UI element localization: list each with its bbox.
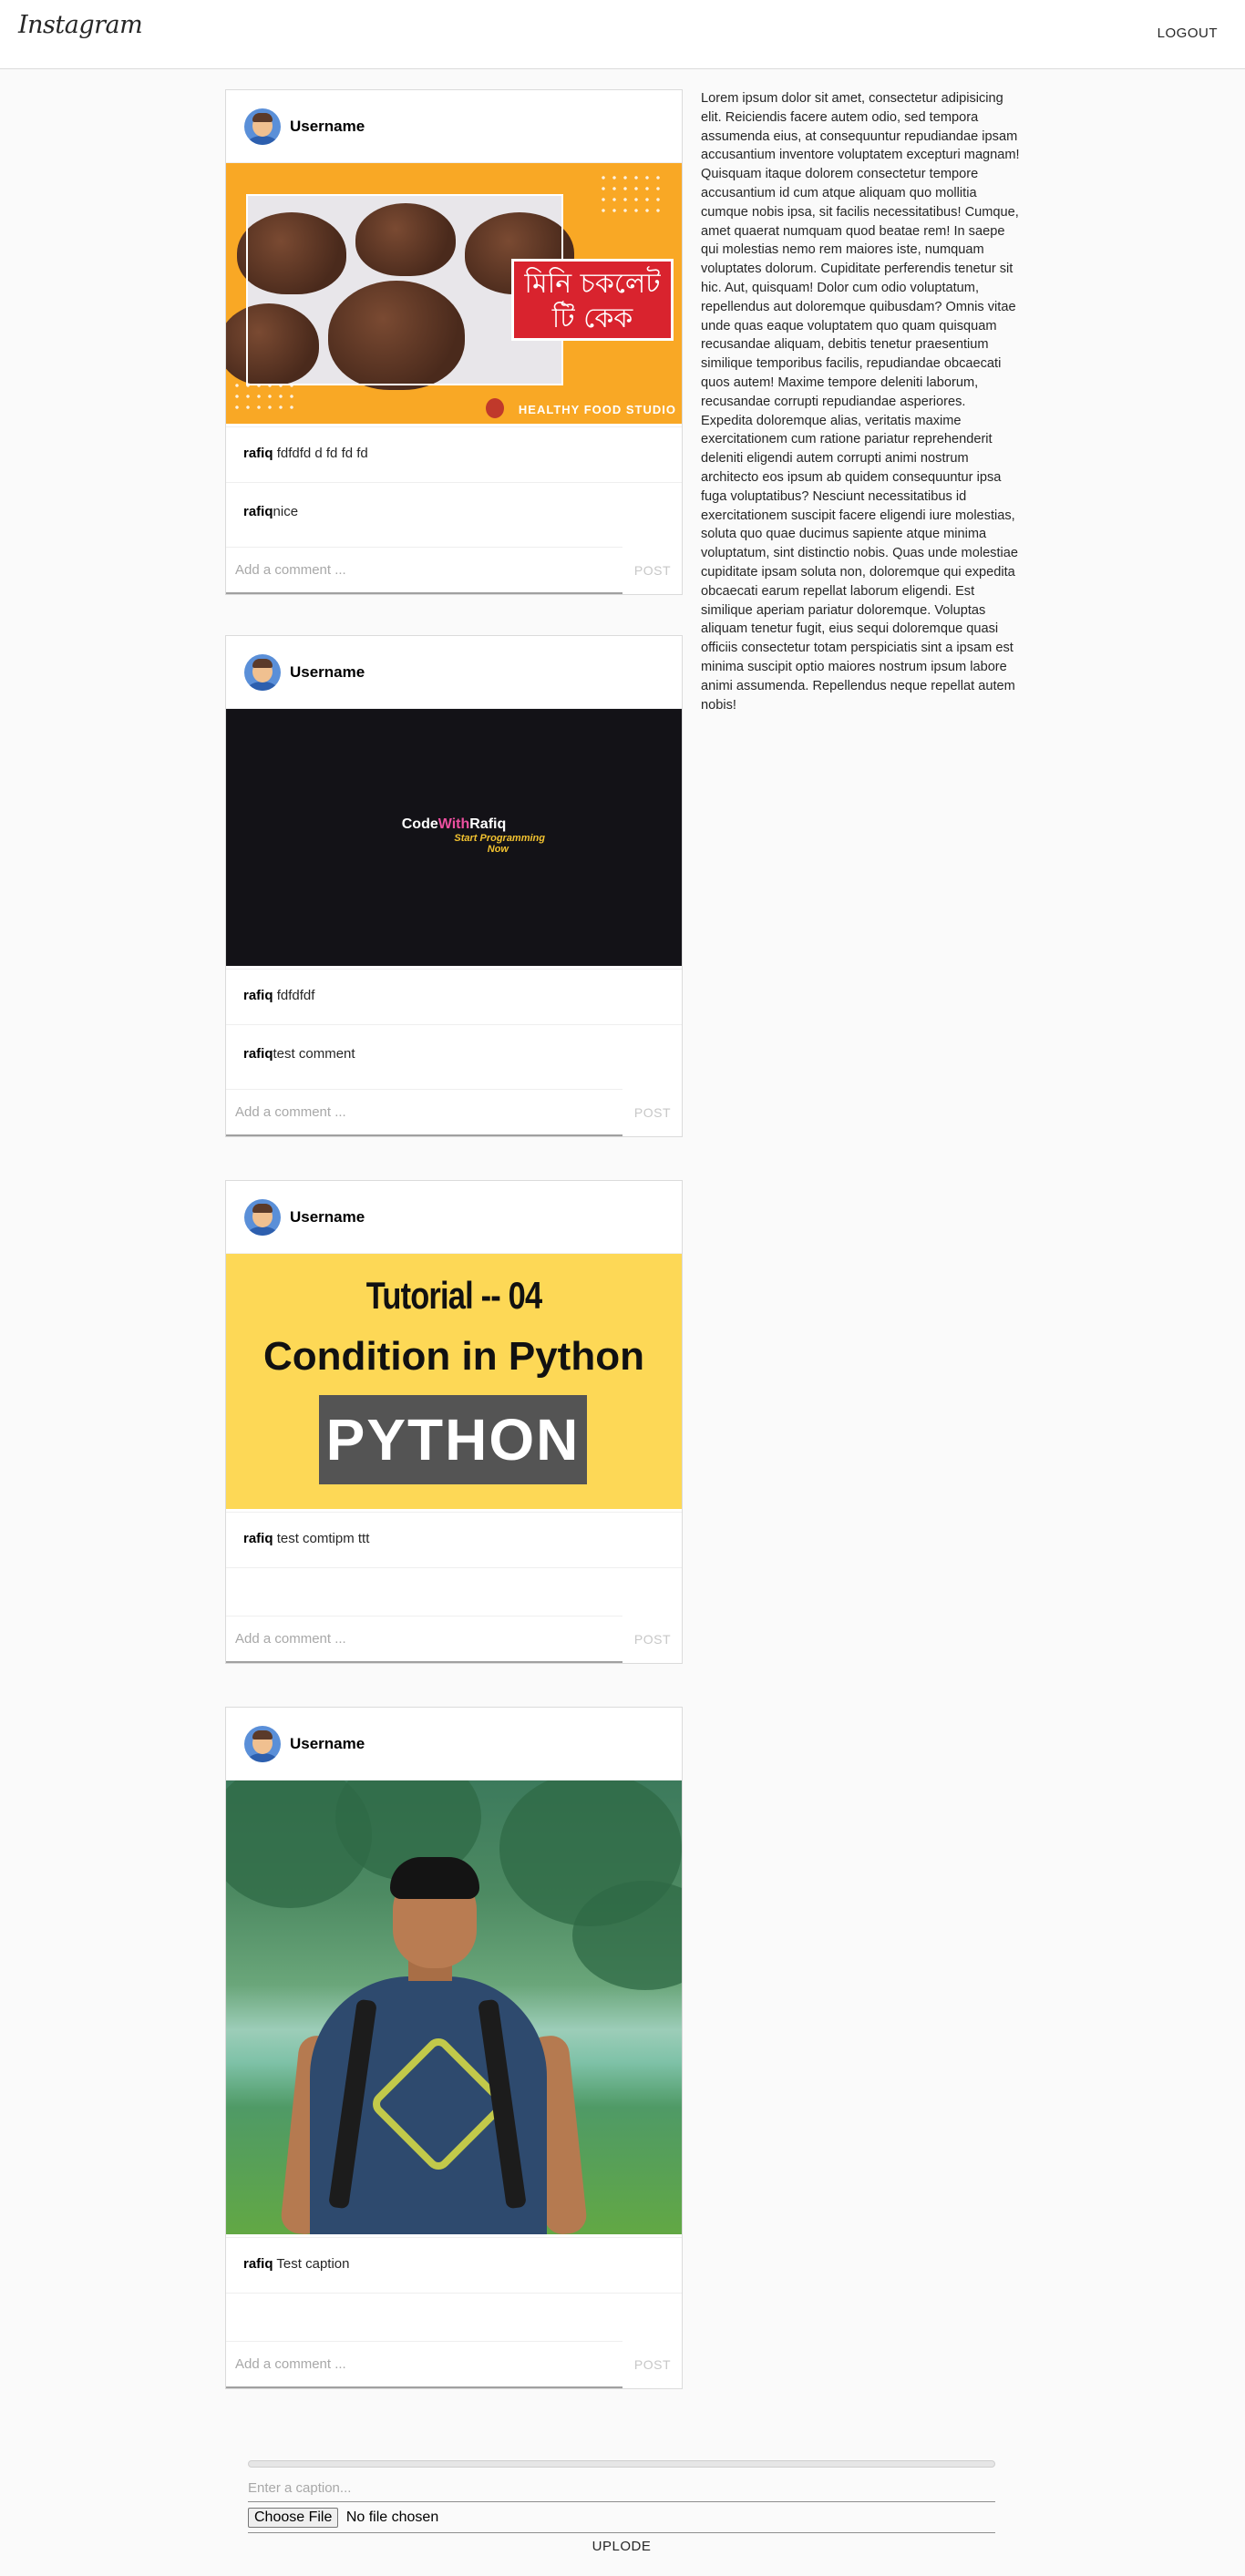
comment-input[interactable] [226, 547, 622, 594]
post-caption: rafiq Test caption [226, 2237, 682, 2294]
logout-button[interactable]: LOGOUT [1158, 26, 1218, 41]
avatar[interactable] [244, 108, 281, 145]
post-comment-button[interactable]: POST [634, 2357, 671, 2372]
post-username[interactable]: Username [290, 118, 365, 136]
caption-username[interactable]: rafiq [243, 1531, 273, 1546]
comment-form: POST [226, 1616, 682, 1663]
post-card: Username CodeWithRafiq Start Programming… [225, 635, 683, 1137]
avatar[interactable] [244, 1199, 281, 1236]
comment-item: rafiqnice [243, 504, 682, 519]
caption-text: fdfdfdf [276, 988, 315, 1003]
caption-username[interactable]: rafiq [243, 446, 273, 461]
post-card: Username rafiq Test caption POST [225, 1707, 683, 2389]
comment-form: POST [226, 547, 682, 594]
image-heading: Tutorial -- 04 [365, 1274, 542, 1317]
caption-text: Test caption [276, 2256, 350, 2272]
comment-text: test comment [273, 1046, 355, 1062]
app-header: Instagram LOGOUT [0, 0, 1245, 69]
post-comment-button[interactable]: POST [634, 563, 671, 578]
post-username[interactable]: Username [290, 1208, 365, 1226]
post-username[interactable]: Username [290, 1735, 365, 1753]
instagram-logo[interactable]: Instagram [18, 11, 143, 39]
file-status: No file chosen [345, 2509, 439, 2525]
post-card: Username Tutorial -- 04 Condition in Pyt… [225, 1180, 683, 1664]
post-header: Username [226, 90, 682, 163]
avatar[interactable] [244, 1726, 281, 1762]
post-header: Username [226, 636, 682, 709]
post-caption: rafiq fdfdfdf [226, 969, 682, 1025]
chef-icon [486, 398, 504, 418]
comment-username[interactable]: rafiq [243, 504, 273, 519]
comment-form: POST [226, 2341, 682, 2388]
comment-username[interactable]: rafiq [243, 1046, 273, 1062]
post-image: CodeWithRafiq Start Programming Now [226, 709, 682, 966]
post-image: মিনি চকলেট টি কেক HEALTHY FOOD STUDIO [226, 163, 682, 424]
comment-text: nice [273, 504, 299, 519]
file-picker-row: Choose File No file chosen [248, 2508, 995, 2533]
comments-list [226, 2294, 682, 2341]
post-comment-button[interactable]: POST [634, 1632, 671, 1647]
badge-line-2: টি কেক [551, 303, 633, 334]
post-caption: rafiq fdfdfd d fd fd fd [226, 426, 682, 483]
caption-input[interactable] [248, 2475, 995, 2502]
image-title: CodeWithRafiq [401, 816, 507, 832]
comments-list: rafiqtest comment [226, 1025, 682, 1089]
comment-input[interactable] [226, 2341, 622, 2388]
comments-list [226, 1568, 682, 1616]
upload-button[interactable]: UPLODE [248, 2539, 995, 2554]
upload-progress [248, 2460, 995, 2468]
image-label-box: PYTHON [319, 1395, 587, 1484]
caption-username[interactable]: rafiq [243, 988, 273, 1003]
post-header: Username [226, 1181, 682, 1254]
post-image: Tutorial -- 04 Condition in Python PYTHO… [226, 1254, 682, 1509]
post-caption: rafiq test comtipm ttt [226, 1512, 682, 1568]
comment-form: POST [226, 1089, 682, 1136]
avatar[interactable] [244, 654, 281, 691]
image-subheading: Condition in Python [263, 1334, 644, 1379]
brand-label: HEALTHY FOOD STUDIO [518, 403, 676, 416]
caption-text: fdfdfd d fd fd fd [276, 446, 368, 461]
comment-input[interactable] [226, 1616, 622, 1663]
comments-list: rafiqnice [226, 483, 682, 547]
post-header: Username [226, 1708, 682, 1781]
comment-item: rafiqtest comment [243, 1046, 682, 1062]
sidebar-lorem-text: Lorem ipsum dolor sit amet, consectetur … [701, 91, 1020, 713]
comment-input[interactable] [226, 1089, 622, 1136]
caption-username[interactable]: rafiq [243, 2256, 273, 2272]
caption-text: test comtipm ttt [276, 1531, 370, 1546]
badge-line-1: মিনি চকলেট [524, 268, 661, 300]
post-comment-button[interactable]: POST [634, 1105, 671, 1120]
post-username[interactable]: Username [290, 663, 365, 682]
image-subtitle: Start Programming Now [454, 833, 545, 855]
choose-file-button[interactable]: Choose File [248, 2508, 339, 2528]
title-badge: মিনি চকলেট টি কেক [511, 259, 674, 341]
post-card: Username মিনি চকলেট টি কেক HEALTHY FOOD … [225, 89, 683, 595]
post-image [226, 1781, 682, 2234]
